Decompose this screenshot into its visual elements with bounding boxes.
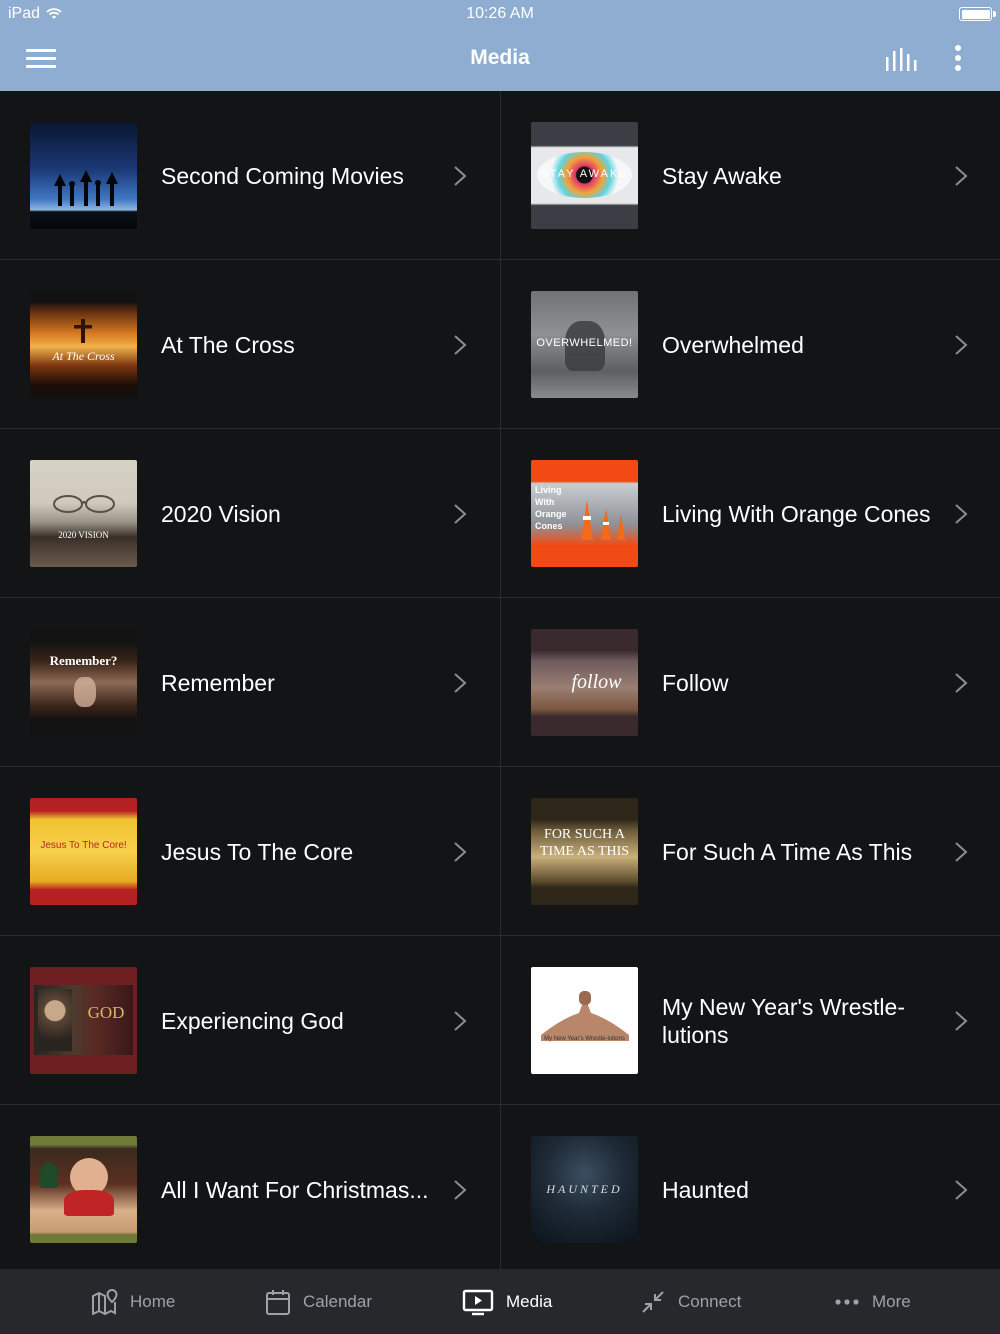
tab-home[interactable]: Home — [90, 1269, 175, 1334]
chevron-right-icon — [454, 166, 467, 186]
tab-label: More — [872, 1291, 911, 1311]
item-title: Remember — [161, 669, 275, 696]
item-title: 2020 Vision — [161, 500, 281, 527]
ellipsis-icon — [835, 1298, 859, 1305]
eye-thumbnail: STAY AWAKE — [531, 122, 638, 229]
list-item[interactable]: My New Year's Wrestle-lutions My New Yea… — [500, 936, 1000, 1105]
calendar-icon — [266, 1289, 290, 1315]
tab-media[interactable]: Media — [462, 1269, 552, 1334]
chevron-right-icon — [454, 673, 467, 693]
play-screen-icon — [462, 1289, 494, 1315]
list-item[interactable]: Living With Orange Cones Living With Ora… — [500, 429, 1000, 598]
battery-icon — [959, 7, 996, 21]
tab-bar: Home Calendar Media Connect More — [0, 1269, 1000, 1334]
tab-connect[interactable]: Connect — [640, 1269, 741, 1334]
time-thumbnail: FOR SUCH A TIME AS THIS — [531, 798, 638, 905]
tab-label: Home — [130, 1291, 176, 1311]
list-item[interactable]: Jesus To The Core! Jesus To The Core — [0, 767, 500, 936]
item-title: Overwhelmed — [662, 331, 804, 358]
night-sky-silhouettes-thumbnail — [30, 122, 137, 229]
item-title: Experiencing God — [161, 1007, 344, 1034]
list-item[interactable]: Remember? Remember — [0, 598, 500, 767]
list-item[interactable]: OVERWHELMED! Overwhelmed — [500, 260, 1000, 429]
media-grid: Second Coming Movies STAY AWAKE Stay Awa… — [0, 91, 1000, 1274]
haunted-thumbnail: HAUNTED — [531, 1136, 638, 1243]
string-finger-thumbnail: Remember? — [30, 629, 137, 736]
item-title: All I Want For Christmas... — [161, 1176, 429, 1203]
item-title: Follow — [662, 669, 729, 696]
top-bar: iPad 10:26 AM Media — [0, 0, 1000, 91]
child-writing-thumbnail — [30, 1136, 137, 1243]
item-title: For Such A Time As This — [662, 838, 913, 865]
chevron-right-icon — [454, 842, 467, 862]
chevron-right-icon — [955, 335, 968, 355]
chevron-right-icon — [955, 1180, 968, 1200]
arrows-in-icon — [642, 1290, 664, 1313]
audio-bars-icon[interactable] — [884, 47, 918, 73]
more-options-icon[interactable] — [953, 44, 963, 74]
chevron-right-icon — [955, 842, 968, 862]
list-item[interactable]: All I Want For Christmas... — [0, 1105, 500, 1274]
walking-feet-thumbnail: follow — [531, 629, 638, 736]
chevron-right-icon — [454, 1180, 467, 1200]
chevron-right-icon — [454, 504, 467, 524]
list-item[interactable]: At The Cross At The Cross — [0, 260, 500, 429]
tab-label: Calendar — [303, 1291, 372, 1311]
item-title: My New Year's Wrestle-lutions — [662, 993, 905, 1048]
chevron-right-icon — [454, 1011, 467, 1031]
experiencing-god-thumbnail: GOD — [30, 967, 137, 1074]
tab-label: Connect — [678, 1291, 742, 1311]
item-title: At The Cross — [161, 331, 295, 358]
tab-calendar[interactable]: Calendar — [265, 1269, 372, 1334]
list-item[interactable]: Second Coming Movies — [0, 91, 500, 260]
page-title: Media — [470, 46, 530, 69]
map-pin-icon — [92, 1288, 118, 1315]
tab-label: Media — [506, 1291, 553, 1311]
glasses-bible-thumbnail: 2020 VISION — [30, 460, 137, 567]
arm-wrestle-thumbnail: My New Year's Wrestle-lutions — [531, 967, 638, 1074]
list-item[interactable]: FOR SUCH A TIME AS THIS For Such A Time … — [500, 767, 1000, 936]
list-item[interactable]: follow Follow — [500, 598, 1000, 767]
orange-cones-thumbnail: Living With Orange Cones — [531, 460, 638, 567]
chevron-right-icon — [955, 504, 968, 524]
chevron-right-icon — [955, 673, 968, 693]
item-title: Living With Orange Cones — [662, 500, 931, 527]
status-time: 10:26 AM — [466, 5, 534, 22]
list-item[interactable]: STAY AWAKE Stay Awake — [500, 91, 1000, 260]
chevron-right-icon — [955, 1011, 968, 1031]
core-banner-thumbnail: Jesus To The Core! — [30, 798, 137, 905]
status-bar: iPad 10:26 AM — [0, 0, 1000, 28]
list-item[interactable]: GOD Experiencing God — [0, 936, 500, 1105]
tab-more[interactable]: More — [834, 1269, 911, 1334]
item-title: Second Coming Movies — [161, 162, 404, 189]
chevron-right-icon — [454, 335, 467, 355]
item-title: Jesus To The Core — [161, 838, 354, 865]
list-item[interactable]: HAUNTED Haunted — [500, 1105, 1000, 1274]
chevron-right-icon — [955, 166, 968, 186]
cross-sunset-thumbnail: At The Cross — [30, 291, 137, 398]
item-title: Haunted — [662, 1176, 749, 1203]
list-item[interactable]: 2020 VISION 2020 Vision — [0, 429, 500, 598]
overwhelmed-person-thumbnail: OVERWHELMED! — [531, 291, 638, 398]
item-title: Stay Awake — [662, 162, 782, 189]
